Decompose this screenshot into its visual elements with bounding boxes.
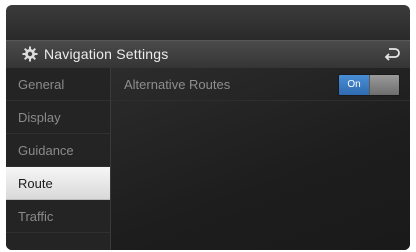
gear-icon: [22, 46, 38, 62]
toggle-knob: [370, 75, 399, 95]
sidebar-item-guidance[interactable]: Guidance: [6, 134, 110, 167]
settings-sidebar: General Display Guidance Route Traffic: [6, 68, 111, 250]
sidebar-item-label: Traffic: [18, 209, 54, 224]
sidebar-item-display[interactable]: Display: [6, 101, 110, 134]
back-arrow-icon[interactable]: [383, 46, 401, 62]
sidebar-item-label: General: [18, 77, 65, 92]
alternative-routes-toggle[interactable]: On: [338, 74, 400, 96]
settings-content: Alternative Routes On: [111, 68, 410, 250]
sidebar-item-label: Display: [18, 110, 61, 125]
toggle-on-label: On: [339, 75, 369, 95]
sidebar-item-label: Route: [18, 176, 53, 191]
title-bar: Navigation Settings: [6, 40, 410, 69]
sidebar-item-label: Guidance: [18, 143, 74, 158]
alternative-routes-row: Alternative Routes On: [111, 68, 410, 101]
sidebar-item-traffic[interactable]: Traffic: [6, 200, 110, 233]
alternative-routes-label: Alternative Routes: [124, 77, 231, 92]
sidebar-item-general[interactable]: General: [6, 68, 110, 101]
sidebar-item-route[interactable]: Route: [6, 167, 110, 200]
page-title: Navigation Settings: [44, 46, 169, 62]
head-unit-screen: Navigation Settings General Display Guid…: [6, 5, 410, 250]
